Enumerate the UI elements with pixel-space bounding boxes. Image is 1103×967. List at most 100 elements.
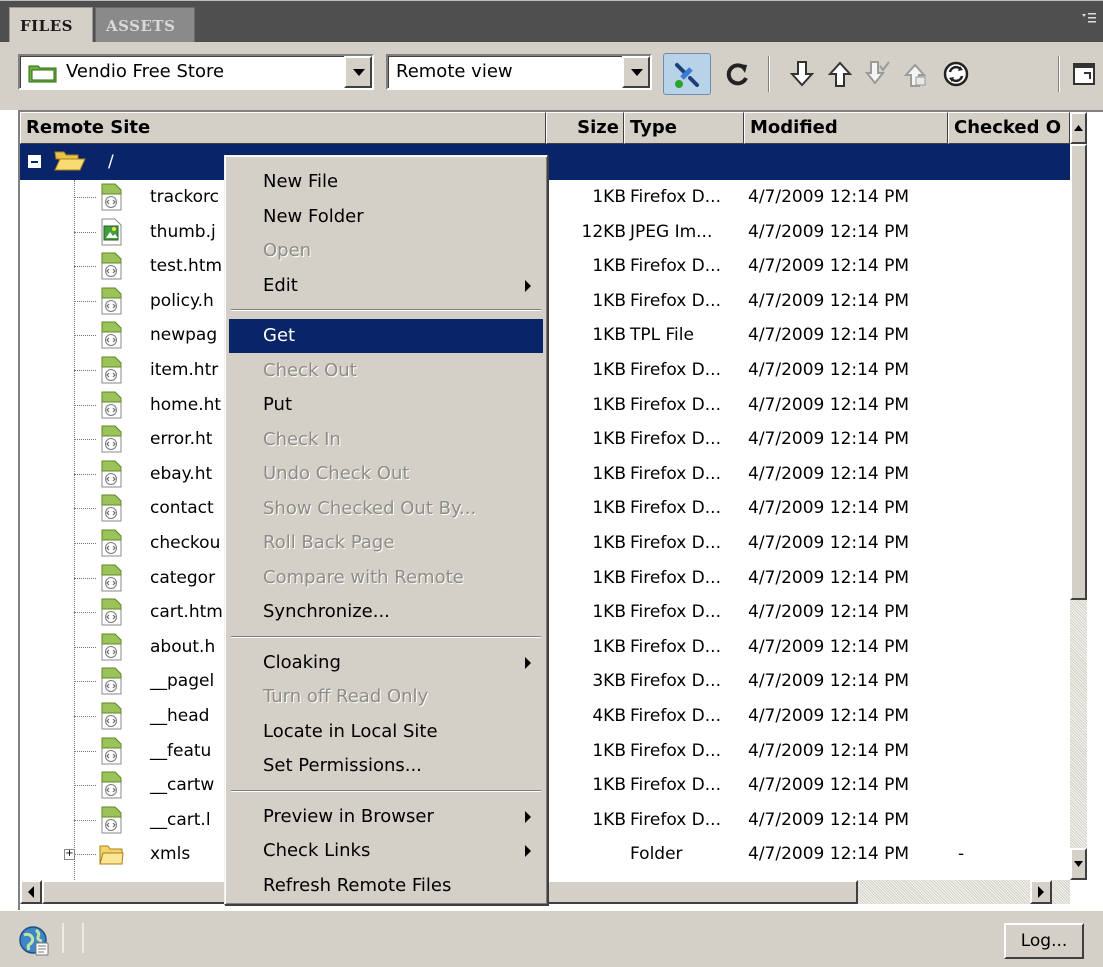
tree-connector <box>74 370 96 371</box>
file-size: 1KB <box>592 498 626 519</box>
file-name: thumb.j <box>150 221 216 242</box>
file-size: 1KB <box>592 187 626 207</box>
file-type: Firefox D... <box>630 775 721 796</box>
menu-item-edit[interactable]: Edit <box>229 269 543 303</box>
menu-item-synchronize[interactable]: Synchronize... <box>229 595 543 629</box>
synchronize-button[interactable] <box>938 54 974 94</box>
column-header-remote-site[interactable]: Remote Site <box>20 112 546 144</box>
file-type: Firefox D... <box>630 498 721 519</box>
expand-panel-button[interactable] <box>1066 54 1102 94</box>
file-name: test.htm <box>150 256 223 277</box>
file-size: 1KB <box>592 290 626 311</box>
menu-item-cloaking[interactable]: Cloaking <box>229 646 543 680</box>
html-file-icon <box>101 633 122 661</box>
file-modified: 4/7/2009 12:14 PM <box>748 498 910 519</box>
file-size: 3KB <box>592 671 626 692</box>
html-file-icon <box>101 737 122 765</box>
vertical-scrollbar-track[interactable] <box>1070 144 1087 880</box>
tree-connector <box>74 404 96 406</box>
column-header-modified[interactable]: Modified <box>744 112 948 144</box>
folder-icon <box>99 845 124 865</box>
vertical-scrollbar-thumb[interactable] <box>1070 144 1087 600</box>
file-name: __head <box>150 706 210 726</box>
menu-item-label: Turn off Read Only <box>263 686 429 707</box>
tree-connector <box>74 612 96 614</box>
file-type: Firefox D... <box>630 463 721 484</box>
file-modified: 4/7/2009 12:14 PM <box>748 256 910 277</box>
menu-separator <box>231 789 541 792</box>
collapse-toggle-icon[interactable] <box>28 155 41 168</box>
synchronize-icon <box>943 61 969 87</box>
tab-files[interactable]: FILES <box>9 7 93 43</box>
html-file-icon <box>101 494 122 522</box>
view-select-value: Remote view <box>396 61 513 82</box>
file-size: 1KB <box>592 429 626 450</box>
site-globe-icon[interactable] <box>18 925 50 957</box>
expand-toggle-icon[interactable]: + <box>64 849 75 861</box>
file-modified: 4/7/2009 12:14 PM <box>748 740 910 761</box>
file-size: 1KB <box>592 809 626 830</box>
refresh-button[interactable] <box>720 54 756 94</box>
menu-item-get[interactable]: Get <box>229 319 543 353</box>
menu-item-roll-back-page: Roll Back Page <box>229 526 543 560</box>
menu-item-check-links[interactable]: Check Links <box>229 834 543 868</box>
file-size: 1KB <box>592 567 626 588</box>
panel-options-menu-icon[interactable] <box>1081 11 1097 29</box>
site-select-dropdown-button[interactable] <box>344 56 372 88</box>
panel-tab-bar: FILES ASSETS <box>0 0 1103 43</box>
column-header-checked-out[interactable]: Checked O <box>948 112 1070 144</box>
menu-item-put[interactable]: Put <box>229 388 543 422</box>
menu-item-label: Locate in Local Site <box>263 720 438 742</box>
scroll-left-button[interactable] <box>20 880 42 904</box>
html-file-icon <box>101 460 122 488</box>
file-size: 1KB <box>592 256 626 277</box>
file-type: Firefox D... <box>630 394 721 415</box>
check-out-button <box>860 54 896 94</box>
get-files-button[interactable] <box>784 54 820 94</box>
menu-item-preview-in-browser[interactable]: Preview in Browser <box>229 800 543 834</box>
menu-item-refresh-remote-files[interactable]: Refresh Remote Files <box>229 869 543 903</box>
toolbar-separator <box>768 56 770 92</box>
menu-item-new-file[interactable]: New File <box>229 165 543 199</box>
menu-item-new-folder[interactable]: New Folder <box>229 200 543 234</box>
file-size: 4KB <box>592 706 626 726</box>
scroll-right-button[interactable] <box>1030 880 1052 904</box>
column-header-type[interactable]: Type <box>624 112 744 144</box>
menu-item-undo-check-out: Undo Check Out <box>229 457 543 491</box>
tree-connector <box>74 231 96 233</box>
menu-item-check-in: Check In <box>229 423 543 457</box>
scroll-up-button[interactable] <box>1070 112 1087 144</box>
remote-file-list[interactable]: Remote Site Size Type Modified Checked O… <box>18 110 1103 910</box>
file-type: Firefox D... <box>630 706 721 726</box>
column-header-size[interactable]: Size <box>546 112 624 144</box>
site-select[interactable]: Vendio Free Store <box>18 54 374 90</box>
file-size: 12KB <box>581 221 626 242</box>
file-modified: 4/7/2009 12:14 PM <box>748 394 910 415</box>
menu-item-compare-with-remote: Compare with Remote <box>229 561 543 595</box>
toolbar-separator <box>1058 56 1060 92</box>
put-icon <box>828 61 852 87</box>
get-icon <box>790 61 814 87</box>
file-name: cart.htm <box>150 602 223 623</box>
file-name: categor <box>150 567 216 588</box>
menu-item-set-permissions[interactable]: Set Permissions... <box>229 749 543 783</box>
file-modified: 4/7/2009 12:14 PM <box>748 533 910 553</box>
scroll-down-button[interactable] <box>1070 848 1087 880</box>
file-size: 1KB <box>592 533 626 553</box>
site-select-value: Vendio Free Store <box>66 61 225 82</box>
put-files-button[interactable] <box>822 54 858 94</box>
menu-separator <box>231 635 541 638</box>
arrow-left-icon <box>28 886 34 898</box>
connect-button[interactable] <box>663 53 711 95</box>
file-name: __cartw <box>150 775 215 796</box>
log-button[interactable]: Log... <box>1004 923 1084 959</box>
tree-connector <box>74 335 96 337</box>
tab-assets[interactable]: ASSETS <box>95 7 195 43</box>
file-name: __featu <box>150 740 212 761</box>
view-select[interactable]: Remote view <box>386 54 652 90</box>
menu-item-locate-in-local-site[interactable]: Locate in Local Site <box>229 715 543 749</box>
view-select-dropdown-button[interactable] <box>622 56 650 88</box>
file-size: 1KB <box>592 636 626 657</box>
html-file-icon <box>101 806 122 834</box>
html-file-icon <box>101 564 122 592</box>
